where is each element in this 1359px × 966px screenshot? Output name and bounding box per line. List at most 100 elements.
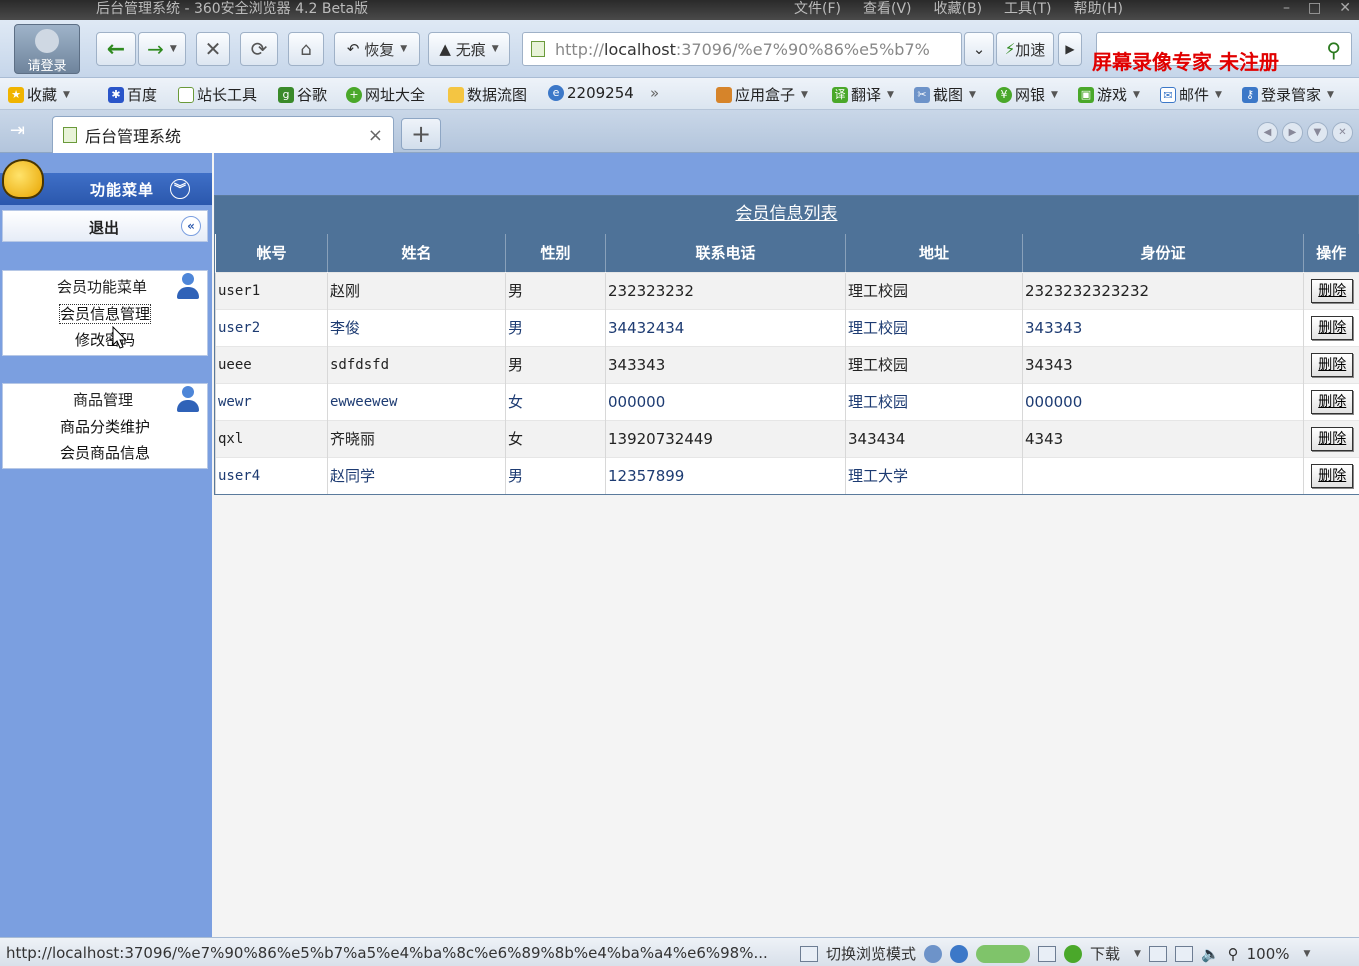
menu-change-password[interactable]: 修改密码 (3, 327, 207, 353)
menu-view[interactable]: 查看(V) (863, 0, 912, 18)
collapse-left-icon[interactable]: « (181, 216, 201, 236)
menu-tools[interactable]: 工具(T) (1004, 0, 1051, 18)
chevron-down-icon[interactable]: ▼ (1134, 949, 1141, 959)
search-icon[interactable]: ⚲ (1326, 38, 1341, 62)
forward-button[interactable]: → ▼ (138, 32, 186, 66)
bookmark-google[interactable]: g 谷歌 (278, 84, 327, 105)
shield-icon[interactable] (1064, 944, 1083, 963)
bookmark-label: 截图 (933, 86, 964, 104)
bookmark-webmaster-tools[interactable]: 站长工具 (178, 84, 257, 105)
tab-admin-system[interactable]: 后台管理系统 × (52, 116, 394, 153)
speedup-button[interactable]: ⚡ 加速 (996, 32, 1054, 66)
chevron-down-icon[interactable]: ▼ (1304, 949, 1311, 959)
member-menu-title[interactable]: 会员功能菜单 (3, 271, 207, 301)
chevron-double-down-icon[interactable]: ︾ (170, 179, 190, 199)
bookmark-label: 登录管家 (1261, 86, 1322, 104)
new-tab-button[interactable]: + (401, 118, 441, 150)
cell-account: qxl (215, 419, 328, 457)
menu-goods-category-maintenance[interactable]: 商品分类维护 (3, 414, 207, 440)
back-button[interactable]: ← (96, 32, 136, 66)
left-menu-frame: 功能菜单 ︾ 退出 « 会员功能菜单 会员信息管理 修改密码 商品管理 商品分类… (0, 153, 212, 937)
page-tool-icon[interactable] (1148, 945, 1167, 962)
private-mode-button[interactable]: ▲ 无痕 ▼ (428, 32, 510, 66)
menu-member-goods-info[interactable]: 会员商品信息 (3, 440, 207, 466)
address-bar[interactable]: http://localhost:37096/%e7%90%86%e5%b7% (522, 32, 962, 66)
refresh-button[interactable]: ⟳ (240, 32, 278, 66)
close-window-icon[interactable]: ✕ (1339, 0, 1351, 16)
status-url: http://localhost:37096/%e7%90%86%e5%b7%a… (6, 944, 768, 962)
bookmark-translate[interactable]: 译翻译 ▼ (832, 84, 894, 105)
zoom-icon[interactable]: ⚲ (1228, 945, 1239, 963)
download-button[interactable]: 下载 (1090, 943, 1120, 964)
delete-button[interactable]: 删除 (1311, 315, 1354, 340)
go-button[interactable]: ▶ (1058, 32, 1082, 66)
bookmark-data-flow[interactable]: 数据流图 (448, 84, 527, 105)
menu-member-info-management[interactable]: 会员信息管理 (3, 301, 207, 327)
scroll-right-icon[interactable]: ▶ (1282, 122, 1303, 143)
home-button[interactable]: ⌂ (288, 32, 324, 66)
menu-file[interactable]: 文件(F) (794, 0, 841, 18)
bookmark-favorites[interactable]: ★ 收藏 ▼ (8, 84, 70, 105)
delete-button[interactable]: 删除 (1311, 426, 1354, 451)
cell-gender: 男 (505, 308, 606, 346)
bookmark-app-box[interactable]: 应用盒子 ▼ (716, 84, 808, 105)
toggle-switch-icon[interactable] (976, 944, 1031, 963)
window-controls: – □ ✕ (1283, 0, 1351, 16)
bookmarks-more[interactable]: » (650, 84, 659, 102)
game-icon: ▣ (1078, 86, 1094, 103)
tab-list-icon[interactable]: ▼ (1307, 122, 1328, 143)
table-caption: 会员信息列表 (215, 196, 1358, 234)
stop-button[interactable]: ✕ (196, 32, 230, 66)
goods-menu-title[interactable]: 商品管理 (3, 384, 207, 414)
address-host: localhost (604, 39, 676, 59)
chevron-down-icon: ▼ (1133, 89, 1140, 100)
bookmark-online-bank[interactable]: ¥ 网银 ▼ (996, 84, 1058, 105)
delete-button[interactable]: 删除 (1311, 352, 1354, 377)
delete-button[interactable]: 删除 (1311, 463, 1354, 488)
bookmark-baidu[interactable]: ✱ 百度 (108, 84, 157, 105)
sidebar-toggle-icon[interactable]: ⇥ (10, 120, 25, 141)
bookmark-screenshot[interactable]: ✂ 截图 ▼ (914, 84, 976, 105)
chevron-down-icon: ▼ (491, 44, 499, 54)
bookmark-login-manager[interactable]: ⚷ 登录管家 ▼ (1242, 84, 1334, 105)
address-dropdown-button[interactable]: ⌄ (964, 32, 994, 66)
cell-address: 理工校园 (845, 345, 1023, 383)
bookmark-label: 数据流图 (467, 86, 528, 104)
table-row: wewr ewweewew 女 000000 理工校园 000000 删除 (215, 382, 1359, 420)
login-avatar[interactable]: 请登录 (14, 24, 80, 74)
cell-name: sdfdsfd (327, 345, 506, 383)
close-tab-icon[interactable]: × (368, 125, 383, 146)
minimize-icon[interactable]: – (1283, 0, 1290, 16)
ie-icon[interactable] (950, 944, 969, 963)
column-header-address: 地址 (845, 234, 1023, 272)
calendar-icon[interactable] (1038, 945, 1057, 962)
zoom-level[interactable]: 100% (1247, 945, 1290, 963)
close-all-icon[interactable]: ✕ (1332, 122, 1353, 143)
menu-favorites[interactable]: 收藏(B) (934, 0, 983, 18)
speaker-icon[interactable]: 🔈 (1201, 945, 1220, 963)
bookmark-mail[interactable]: ✉ 邮件 ▼ (1160, 84, 1222, 105)
menu-help[interactable]: 帮助(H) (1074, 0, 1123, 18)
member-list-title[interactable]: 会员信息列表 (736, 204, 838, 224)
refresh-icon: ⟳ (250, 37, 268, 61)
scroll-left-icon[interactable]: ◀ (1257, 122, 1278, 143)
logout-link[interactable]: 退出 (89, 217, 119, 238)
bookmark-url-directory[interactable]: + 网址大全 (346, 84, 425, 105)
maximize-icon[interactable]: □ (1308, 0, 1321, 16)
window-icon[interactable] (1174, 945, 1193, 962)
cell-name: 赵同学 (327, 456, 506, 494)
cell-account: user4 (215, 456, 328, 494)
switch-browse-mode-button[interactable]: 切换浏览模式 (826, 943, 916, 964)
tab-bar: ⇥ 后台管理系统 × + ◀ ▶ ▼ ✕ (0, 110, 1359, 153)
cell-phone: 13920732449 (605, 419, 846, 457)
engine-icon[interactable] (924, 944, 943, 963)
bookmark-2209254[interactable]: e 2209254 (548, 84, 634, 102)
bookmark-games[interactable]: ▣ 游戏 ▼ (1078, 84, 1140, 105)
play-icon: ▶ (1065, 42, 1075, 56)
delete-button[interactable]: 删除 (1311, 278, 1354, 303)
function-menu-title: 功能菜单 (90, 181, 155, 199)
restore-button[interactable]: ↶ 恢复 ▼ (334, 32, 420, 66)
bookmark-label: 谷歌 (297, 86, 328, 104)
address-path: :37096/%e7%90%86%e5%b7% (675, 39, 930, 59)
delete-button[interactable]: 删除 (1311, 389, 1354, 414)
